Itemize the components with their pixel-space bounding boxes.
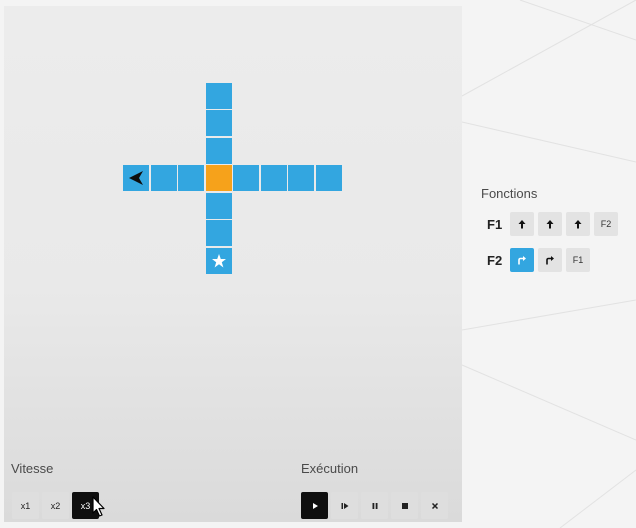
star-icon	[211, 253, 226, 267]
stop-icon	[401, 502, 408, 509]
functions-title: Fonctions	[481, 186, 538, 201]
f1-slot-4[interactable]: F2	[594, 212, 618, 236]
play-icon	[312, 502, 318, 509]
grid-cell	[150, 165, 177, 191]
speed-label: Vitesse	[11, 461, 54, 476]
grid-cell	[205, 82, 232, 109]
turn-right-icon	[546, 256, 554, 265]
f1-slot-2[interactable]	[538, 212, 562, 236]
grid-cell	[233, 165, 259, 191]
pause-icon	[372, 502, 377, 509]
grid-cell	[205, 220, 232, 246]
arrowhead-left-icon	[129, 171, 143, 185]
speed-x2-button[interactable]: x2	[42, 492, 69, 519]
turn-right-icon	[518, 256, 526, 265]
grid-cell	[288, 165, 314, 191]
f1-slot-1[interactable]	[510, 212, 534, 236]
grid-cell	[205, 192, 232, 219]
grid-cell	[260, 165, 287, 191]
pause-button[interactable]	[361, 492, 388, 519]
f2-slot-2[interactable]	[538, 248, 562, 272]
speed-x3-button[interactable]: x3	[72, 492, 99, 519]
grid-cell	[178, 165, 204, 191]
grid-cell	[205, 137, 232, 164]
step-button[interactable]	[331, 492, 358, 519]
f2-slot-3[interactable]: F1	[566, 248, 590, 272]
up-arrow-icon	[546, 220, 554, 229]
stop-button[interactable]	[391, 492, 418, 519]
f2-label: F2	[487, 253, 503, 268]
grid-cell	[205, 110, 232, 136]
step-icon	[341, 502, 348, 509]
f2-slot-1[interactable]	[510, 248, 534, 272]
grid-cell	[315, 165, 342, 191]
close-icon	[431, 502, 438, 509]
speed-x1-button[interactable]: x1	[12, 492, 39, 519]
execution-label: Exécution	[301, 461, 359, 476]
clear-button[interactable]	[421, 492, 448, 519]
f1-slot-3[interactable]	[566, 212, 590, 236]
grid-cell-goal	[205, 247, 232, 274]
game-panel: Vitesse x1 x2 x3 Exécution	[4, 6, 462, 522]
grid-cell-robot	[123, 165, 149, 191]
grid-cell-current	[205, 165, 232, 191]
f1-label: F1	[487, 217, 503, 232]
up-arrow-icon	[518, 220, 526, 229]
up-arrow-icon	[574, 220, 582, 229]
play-button[interactable]	[301, 492, 328, 519]
